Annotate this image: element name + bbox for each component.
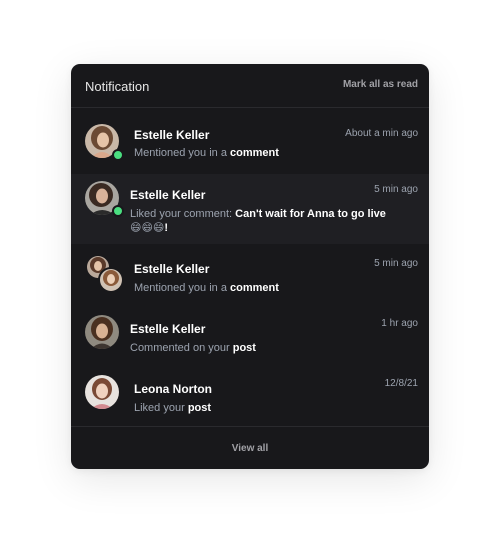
mark-all-read-button[interactable]: Mark all as read [343,79,418,90]
notification-time: 1 hr ago [381,318,418,329]
notification-time: About a min ago [345,128,418,139]
avatar [85,315,119,349]
woman-avatar-icon [100,269,122,291]
notification-target-link[interactable]: post [188,402,211,414]
notification-description: Mentioned you in a comment [134,147,279,159]
notification-name: Estelle Keller [134,128,210,142]
notification-footer: View all [71,426,429,469]
woman-avatar-icon [85,315,119,349]
notification-target-link[interactable]: comment [230,147,279,159]
notification-item[interactable]: Leona Norton Liked your post 12/8/21 [71,368,429,426]
notification-header: Notification Mark all as read [71,64,429,108]
notification-name: Estelle Keller [130,322,206,336]
notification-description: Liked your post [134,402,212,414]
notification-item[interactable]: Estelle Keller Commented on your post 1 … [71,308,429,367]
woman-avatar-icon [85,375,119,409]
emoji-icon: 😄😄😄 [130,222,165,234]
notification-comment-text: Can't wait for Anna to go live [235,208,386,220]
online-status-dot [112,205,124,217]
avatar [98,267,124,293]
notification-description: Mentioned you in a comment [134,282,279,294]
notification-name: Estelle Keller [134,262,210,276]
notification-name: Leona Norton [134,382,212,396]
avatar [85,375,119,409]
notification-time: 12/8/21 [384,378,418,389]
notification-name: Estelle Keller [130,188,206,202]
notification-target-link[interactable]: post [233,342,256,354]
view-all-button[interactable]: View all [71,443,429,454]
notification-item[interactable]: Estelle Keller Mentioned you in a commen… [71,245,429,307]
online-status-dot [112,149,124,161]
notification-item[interactable]: Estelle Keller Mentioned you in a commen… [71,108,429,173]
notification-target-link[interactable]: comment [230,282,279,294]
notification-description: Commented on your post [130,342,256,354]
notification-item[interactable]: Estelle Keller Liked your comment: Can't… [71,174,429,244]
notification-time: 5 min ago [374,184,418,195]
panel-title: Notification [85,79,150,94]
notification-time: 5 min ago [374,258,418,269]
notification-panel: Notification Mark all as read Estelle Ke… [71,64,429,469]
notification-description: Liked your comment: Can't wait for Anna … [130,208,386,234]
